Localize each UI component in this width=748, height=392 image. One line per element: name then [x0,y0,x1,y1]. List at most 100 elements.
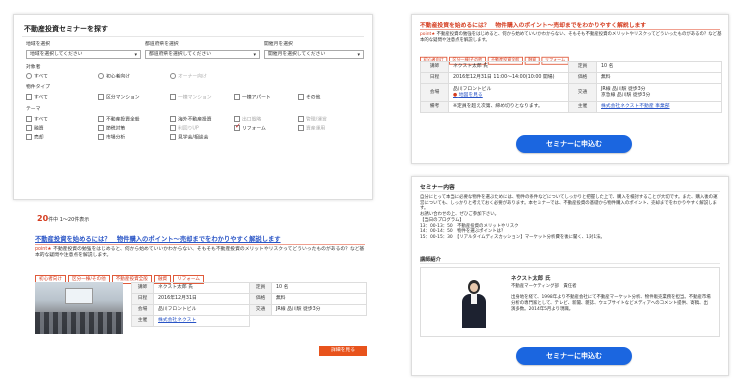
checkbox-icon [170,116,176,122]
capacity-value: 10 名 [596,61,722,73]
access-cell: JR線 品川駅 徒歩3分 京急線 品川駅 徒歩3分 [596,83,722,102]
venue-value: 品川フロントビル [153,304,250,316]
theme-option[interactable]: 節税対策 [98,125,125,133]
seminar-title-link[interactable]: 不動産投資を始めるには？ 物件購入のポイント〜売却までをわかりやすく解説します [35,234,281,243]
radio-icon [98,73,104,79]
date-select[interactable]: 開催月を選択してください ▾ [264,50,364,59]
type-option[interactable]: 一棟マンション [170,94,212,102]
detail-point: point★ 不動産投資の勉強をはじめると、何から始めていいかわからない、そもそ… [420,32,722,43]
detail-title: 不動産投資を始めるには？ 物件購入のポイント〜売却までをわかりやすく解説します [420,23,647,29]
content-title: セミナー内容 [420,185,455,191]
checkbox-icon [298,125,304,131]
checkbox-icon [98,94,104,100]
organizer-link[interactable]: 株式会社ネクスト不動産 事業部 [596,101,722,113]
date-value: 2016年12月31日 11:00〜14:00(10:00 開場) [448,72,569,84]
option-label: リフォーム [242,126,266,132]
capacity-value: 10 名 [271,282,367,294]
pref-select[interactable]: 都道府県を選択してください ▾ [145,50,260,59]
apply-button-top[interactable]: セミナーに申込む [516,135,632,153]
instructor-value: ネクスト太郎 氏 [153,282,250,294]
pref-select-value: 都道府県を選択してください [149,52,212,57]
instructor-role: 不動産マーケティング部 責任者 [511,284,577,289]
option-label: 海外不動産投資 [178,117,212,123]
access-key: 交通 [249,304,272,316]
checkbox-icon [170,134,176,140]
instructor-key: 講師 [420,61,449,73]
theme-option[interactable]: 売却 [26,134,44,142]
type-option[interactable]: その他 [298,94,320,102]
theme-option[interactable]: 融資 [26,125,44,133]
type-option[interactable]: 一棟アパート [234,94,271,102]
seminar-detail-panel: 不動産投資を始めるには？ 物件購入のポイント〜売却までをわかりやすく解説します … [411,14,729,164]
area-select[interactable]: 地域を選択してください ▾ [26,50,141,59]
type-option[interactable]: すべて [26,94,48,102]
capacity-key: 定員 [568,61,597,73]
theme-option-checked[interactable]: リフォーム [234,123,266,133]
target-label: 対象者 [26,65,41,70]
organizer-link[interactable]: 株式会社ネクスト [153,315,250,327]
point-text: 不動産投資の勉強をはじめると、何から始めていいかわからない、そもそも不動産投資の… [35,247,365,259]
date-key: 日程 [420,72,449,84]
option-label: 市場分析 [106,135,126,141]
checkbox-icon [98,116,104,122]
date-value: 2016年12月31日 [153,293,250,305]
theme-option[interactable]: 管理/運営 [298,116,327,124]
target-option-beginner[interactable]: 初心者向け [98,73,130,81]
radio-icon [170,73,176,79]
theme-option[interactable]: 見学会/相談会 [170,134,208,142]
divider [420,191,720,192]
empty-cell [250,316,272,327]
search-panel: 不動産投資セミナーを探す 地域を選択 都道府県を選択 開催月を選択 地域を選択し… [13,14,373,200]
date-label: 開催月を選択 [264,42,293,47]
intro-title: 講師紹介 [420,257,441,263]
checkbox-icon [298,94,304,100]
option-label: すべて [34,117,48,123]
access-value-2: 京急線 品川駅 徒歩3分 [601,92,651,98]
result-count: 20件中 1〜20件表示 [37,206,89,225]
divider [420,263,720,264]
area-select-value: 地域を選択してください [30,52,83,57]
apply-button-bottom[interactable]: セミナーに申込む [516,347,632,365]
detail-button[interactable]: 詳細を見る [319,346,367,356]
option-label: すべて [34,95,48,101]
checkbox-icon [234,94,240,100]
checkbox-icon [98,125,104,131]
search-title: 不動産投資セミナーを探す [24,25,108,33]
theme-option[interactable]: 海外不動産投資 [170,116,212,124]
fee-value: 無料 [596,72,722,84]
checkbox-icon [298,116,304,122]
map-link[interactable]: ● 地図を見る [453,93,564,99]
option-label: その他 [306,95,321,101]
instructor-key: 講師 [131,282,154,294]
option-label: 売却 [34,135,44,141]
organizer-key: 主催 [568,101,597,113]
theme-option[interactable]: すべて [26,116,48,124]
theme-option[interactable]: 市場分析 [98,134,125,142]
target-option-all[interactable]: すべて [26,73,48,81]
venue-key: 会場 [420,83,449,102]
theme-option[interactable]: 不動産投資全般 [98,116,140,124]
option-label: オーナー向け [178,74,207,80]
instructor-box: ネクスト太郎 氏 不動産マーケティング部 責任者 出身地を経て、1998年より不… [420,267,720,337]
venue-key: 会場 [131,304,154,316]
content-body: 自分にとって本当に必要な物件を選ぶためには、物件の条件などについてしっかりと把握… [420,195,720,241]
checkbox-icon [26,94,32,100]
seminar-content-panel: セミナー内容 自分にとって本当に必要な物件を選ぶためには、物件の条件などについて… [411,176,729,376]
type-option[interactable]: 区分マンション [98,94,140,102]
type-label: 物件タイプ [26,85,50,90]
date-key: 日程 [131,293,154,305]
option-label: 一棟マンション [178,95,212,101]
theme-option[interactable]: 資産運用 [298,125,325,133]
content-body-text: 自分にとって本当に必要な物件を選ぶためには、物件の条件などについてしっかりと把握… [420,195,718,212]
venue-cell: 品川フロントビル ● 地図を見る [448,83,569,102]
seminar-card: 不動産投資を始めるには？ 物件購入のポイント〜売却までをわかりやすく解説します … [13,224,373,370]
access-value: JR線 品川駅 徒歩3分 [271,304,367,316]
radio-icon [26,73,32,79]
option-label: 管理/運営 [306,117,327,123]
divider [22,36,364,37]
theme-option[interactable]: 利回りUP [170,125,199,133]
checkbox-icon [26,125,32,131]
target-option-owner[interactable]: オーナー向け [170,73,207,81]
instructor-name: ネクスト太郎 氏 [511,276,551,282]
option-label: 一棟アパート [242,95,271,101]
